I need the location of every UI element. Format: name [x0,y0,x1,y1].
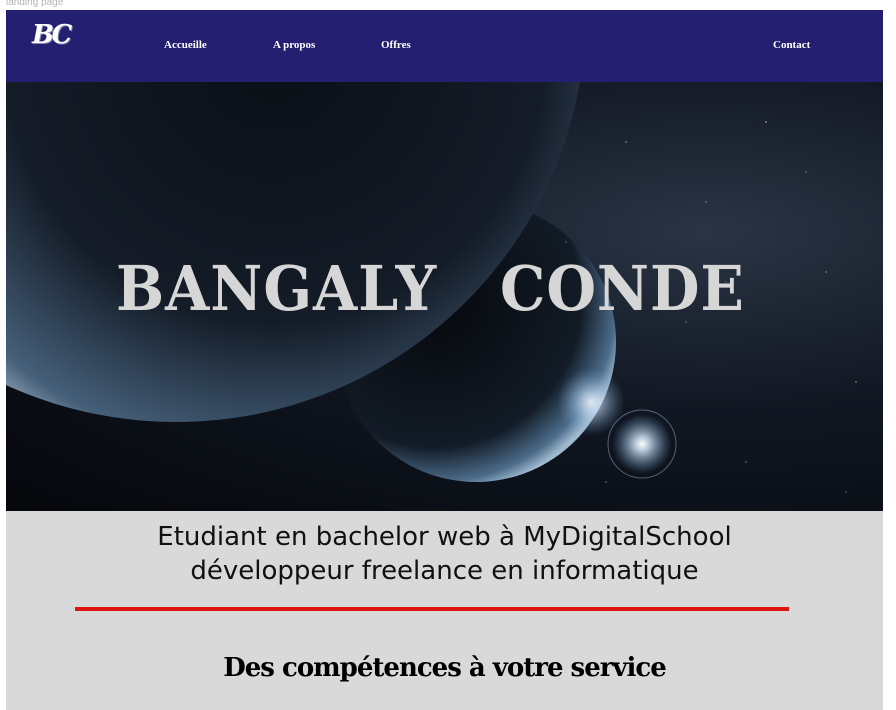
nav-item-accueille[interactable]: Accueille [164,39,207,51]
intro-line-2: développeur freelance en informatique [190,556,699,586]
navbar: BC Accueille A propos Offres Contact [6,10,883,82]
services-title: Des compétences à votre service [223,653,667,683]
intro-line-1: Etudiant en bachelor web à MyDigitalScho… [157,522,732,552]
divider [75,607,789,611]
hero-banner: BANGALY CONDE [6,82,883,511]
hero-first-name: BANGALY [116,252,438,325]
nav-item-a-propos[interactable]: A propos [273,39,315,51]
landing-page: BC Accueille A propos Offres Contact BAN… [6,10,883,710]
nav-item-offres[interactable]: Offres [381,39,411,51]
logo[interactable]: BC [32,20,72,50]
frame-label: landing page [6,0,64,8]
nav-item-contact[interactable]: Contact [773,39,810,51]
hero-last-name: CONDE [500,252,745,325]
